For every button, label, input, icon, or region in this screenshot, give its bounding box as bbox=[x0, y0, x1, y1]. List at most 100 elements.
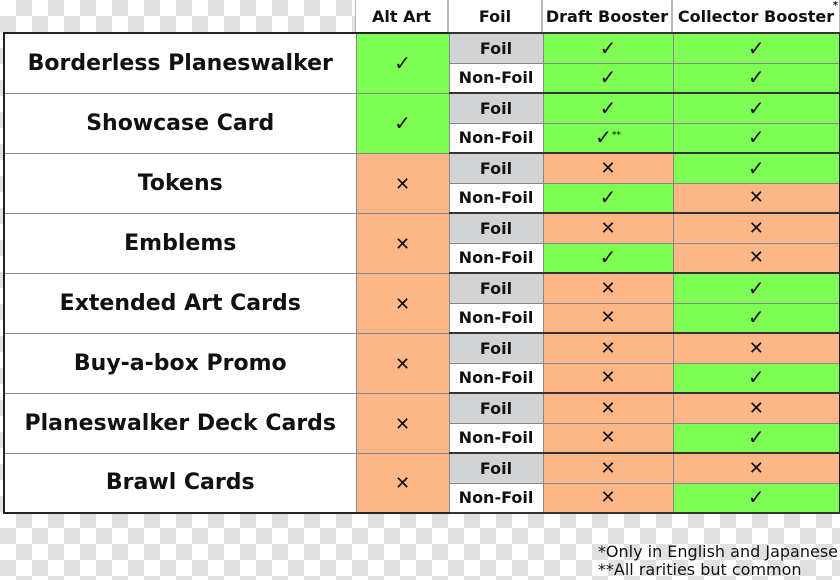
draft-booster-cell: ✓ bbox=[542, 62, 674, 94]
non-foil-label: Non-Foil bbox=[448, 122, 544, 154]
alt-art-cell: ✓ bbox=[355, 32, 450, 94]
draft-booster-cell: ✕ bbox=[542, 302, 674, 334]
collector-booster-cell: ✕ bbox=[672, 182, 840, 214]
collector-booster-cell: ✕ bbox=[672, 332, 840, 364]
alt-art-cell: ✓ bbox=[355, 92, 450, 154]
collector-booster-cell: ✕ bbox=[672, 392, 840, 424]
cross-icon: ✕ bbox=[600, 217, 616, 239]
cross-icon: ✕ bbox=[600, 307, 616, 329]
draft-booster-cell: ✕ bbox=[542, 362, 674, 394]
table-row: Buy-a-box Promo ✕ Foil ✕ ✕ bbox=[3, 332, 840, 394]
check-icon: ✓ bbox=[394, 50, 411, 75]
draft-booster-cell: ✓ bbox=[542, 242, 674, 274]
cross-icon: ✕ bbox=[600, 397, 616, 419]
check-icon: ✓ bbox=[747, 155, 765, 180]
cross-icon: ✕ bbox=[748, 247, 764, 269]
table-row: Showcase Card ✓ Foil ✓ ✓ bbox=[3, 92, 840, 154]
foil-label: Foil bbox=[448, 452, 544, 484]
non-foil-label: Non-Foil bbox=[448, 482, 544, 514]
foil-label: Foil bbox=[448, 332, 544, 364]
cross-icon: ✕ bbox=[394, 413, 411, 435]
collector-booster-cell: ✓ bbox=[672, 422, 840, 454]
collector-booster-cell: ✓ bbox=[672, 302, 840, 334]
check-icon: ✓ bbox=[394, 110, 411, 135]
footnote-marker: * bbox=[832, 0, 838, 11]
card-type-name: Emblems bbox=[3, 212, 357, 274]
collector-booster-cell: ✓ bbox=[672, 482, 840, 514]
alt-art-cell: ✕ bbox=[355, 212, 450, 274]
draft-booster-cell: ✕ bbox=[542, 152, 674, 184]
draft-booster-cell: ✓ bbox=[542, 182, 674, 214]
cross-icon: ✕ bbox=[394, 293, 411, 315]
card-type-name: Borderless Planeswalker bbox=[3, 32, 357, 94]
collector-booster-cell: ✓ bbox=[672, 122, 840, 154]
cross-icon: ✕ bbox=[600, 277, 616, 299]
card-availability-table: Borderless Planeswalker ✓ Foil ✓ ✓ Non-Foil ✓ ✓… bbox=[3, 32, 840, 514]
foil-label: Foil bbox=[448, 152, 544, 184]
check-icon: ✓ bbox=[747, 35, 765, 60]
cross-icon: ✕ bbox=[600, 337, 616, 359]
foil-label: Foil bbox=[448, 272, 544, 304]
collector-booster-cell: ✓ bbox=[672, 32, 840, 64]
alt-art-cell: ✕ bbox=[355, 332, 450, 394]
card-type-name: Showcase Card bbox=[3, 92, 357, 154]
header-collector-booster: Collector Booster * bbox=[672, 0, 840, 32]
cross-icon: ✕ bbox=[394, 473, 411, 495]
check-icon: ✓ bbox=[747, 125, 765, 150]
check-icon: ✓ bbox=[747, 95, 765, 120]
non-foil-label: Non-Foil bbox=[448, 422, 544, 454]
collector-booster-cell: ✕ bbox=[672, 242, 840, 274]
table-row: Extended Art Cards ✕ Foil ✕ ✓ bbox=[3, 272, 840, 334]
footnote-languages: *Only in English and Japanese bbox=[597, 542, 838, 561]
draft-booster-cell: ✕ bbox=[542, 332, 674, 364]
collector-booster-cell: ✓ bbox=[672, 152, 840, 184]
footnote-rarities: **All rarities but common bbox=[597, 560, 802, 579]
table-body: Borderless Planeswalker ✓ Foil ✓ ✓ Non-Foil ✓ ✓… bbox=[3, 32, 840, 514]
card-type-name: Extended Art Cards bbox=[3, 272, 357, 334]
card-type-name: Brawl Cards bbox=[3, 452, 357, 514]
table-row: Brawl Cards ✕ Foil ✕ ✕ bbox=[3, 452, 840, 514]
non-foil-label: Non-Foil bbox=[448, 362, 544, 394]
draft-booster-cell: ✓ bbox=[542, 32, 674, 64]
foil-label: Foil bbox=[448, 212, 544, 244]
card-type-name: Buy-a-box Promo bbox=[3, 332, 357, 394]
draft-booster-cell: ✕ bbox=[542, 482, 674, 514]
header-alt-art: Alt Art bbox=[355, 0, 448, 32]
draft-booster-cell: ✓** bbox=[542, 122, 674, 154]
check-icon: ✓ bbox=[599, 185, 617, 210]
cross-icon: ✕ bbox=[600, 457, 616, 479]
cross-icon: ✕ bbox=[394, 173, 411, 195]
cross-icon: ✕ bbox=[748, 217, 764, 239]
check-icon: ✓ bbox=[599, 245, 617, 270]
cross-icon: ✕ bbox=[600, 487, 616, 509]
collector-booster-cell: ✓ bbox=[672, 62, 840, 94]
draft-booster-cell: ✕ bbox=[542, 422, 674, 454]
cross-icon: ✕ bbox=[600, 367, 616, 389]
check-icon: ✓ bbox=[747, 485, 765, 510]
header-collector-booster-label: Collector Booster bbox=[677, 6, 835, 26]
foil-label: Foil bbox=[448, 92, 544, 124]
cross-icon: ✕ bbox=[748, 187, 764, 209]
alt-art-cell: ✕ bbox=[355, 452, 450, 514]
draft-booster-cell: ✕ bbox=[542, 452, 674, 484]
alt-art-cell: ✕ bbox=[355, 392, 450, 454]
draft-booster-cell: ✕ bbox=[542, 212, 674, 244]
collector-booster-cell: ✓ bbox=[672, 92, 840, 124]
header-foil: Foil bbox=[448, 0, 542, 32]
non-foil-label: Non-Foil bbox=[448, 182, 544, 214]
footnotes: *Only in English and Japanese **All rari… bbox=[598, 543, 838, 579]
non-foil-label: Non-Foil bbox=[448, 242, 544, 274]
draft-booster-cell: ✓ bbox=[542, 92, 674, 124]
cross-icon: ✕ bbox=[394, 353, 411, 375]
card-type-name: Tokens bbox=[3, 152, 357, 214]
collector-booster-cell: ✕ bbox=[672, 452, 840, 484]
non-foil-label: Non-Foil bbox=[448, 62, 544, 94]
cross-icon: ✕ bbox=[600, 157, 616, 179]
foil-label: Foil bbox=[448, 392, 544, 424]
footnote-marker: ** bbox=[611, 130, 621, 141]
alt-art-cell: ✕ bbox=[355, 152, 450, 214]
check-icon: ✓ bbox=[595, 125, 612, 150]
draft-booster-cell: ✕ bbox=[542, 272, 674, 304]
check-icon: ✓ bbox=[747, 425, 765, 450]
check-icon: ✓ bbox=[747, 65, 765, 90]
